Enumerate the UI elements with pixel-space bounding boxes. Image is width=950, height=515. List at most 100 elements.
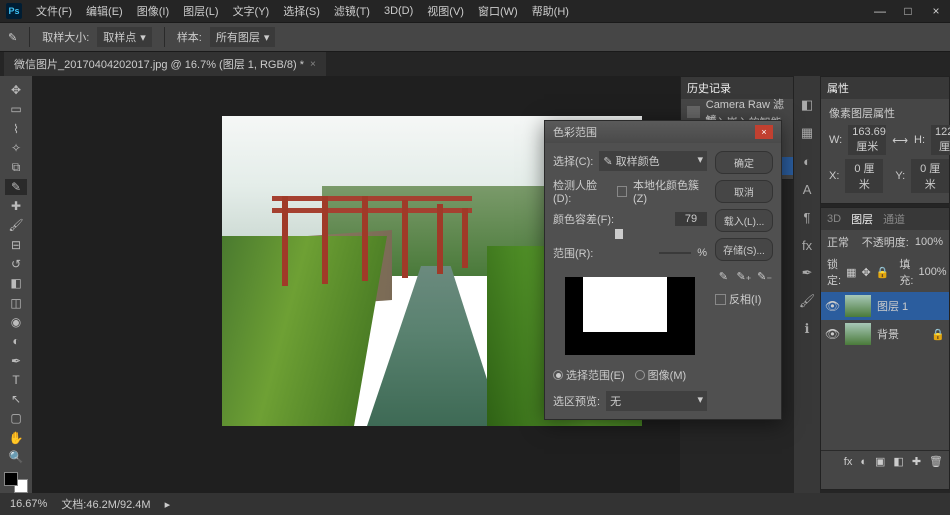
x-field[interactable]: 0 厘米 xyxy=(845,159,883,193)
mask-icon[interactable]: ◐ xyxy=(860,456,867,468)
swatches-panel-icon[interactable]: ▦ xyxy=(798,124,816,142)
channels-tab[interactable]: 通道 xyxy=(883,211,905,227)
hand-tool[interactable]: ✋ xyxy=(5,430,27,446)
menu-help[interactable]: 帮助(H) xyxy=(526,1,575,21)
fuzziness-value[interactable]: 79 xyxy=(675,212,707,226)
width-field[interactable]: 163.69 厘米 xyxy=(848,125,886,155)
info-panel-icon[interactable]: ℹ xyxy=(798,320,816,338)
pen-tool[interactable]: ✒ xyxy=(5,352,27,368)
selection-radio[interactable]: 选择范围(E) xyxy=(553,367,625,383)
dodge-tool[interactable]: ◐ xyxy=(5,333,27,349)
move-tool[interactable]: ✥ xyxy=(5,82,27,98)
lock-icon: 🔒 xyxy=(931,328,945,341)
menu-3d[interactable]: 3D(D) xyxy=(378,3,419,19)
stamp-tool[interactable]: ⊟ xyxy=(5,237,27,253)
blend-mode-dropdown[interactable]: 正常 xyxy=(827,234,849,250)
height-field[interactable]: 122.77 厘米 xyxy=(931,125,950,155)
menu-file[interactable]: 文件(F) xyxy=(30,1,78,21)
dialog-titlebar[interactable]: 色彩范围 × xyxy=(545,121,781,143)
selection-preview-dropdown[interactable]: 无▾ xyxy=(606,391,707,411)
fill-value[interactable]: 100% xyxy=(918,266,946,278)
menu-window[interactable]: 窗口(W) xyxy=(472,1,524,21)
menu-layer[interactable]: 图层(L) xyxy=(177,1,224,21)
zoom-level[interactable]: 16.67% xyxy=(10,498,47,510)
healing-tool[interactable]: ✚ xyxy=(5,198,27,214)
visibility-icon[interactable]: 👁 xyxy=(825,299,839,313)
layer-name[interactable]: 背景 xyxy=(877,326,899,342)
layers-tab[interactable]: 图层 xyxy=(851,211,873,227)
history-tab[interactable]: 历史记录 xyxy=(687,80,731,96)
load-button[interactable]: 载入(L)... xyxy=(715,209,773,232)
zoom-tool[interactable]: 🔍 xyxy=(5,449,27,465)
eyedropper-icon[interactable]: ✎ xyxy=(715,267,732,285)
close-tab-icon[interactable]: × xyxy=(310,59,316,70)
menu-select[interactable]: 选择(S) xyxy=(277,1,326,21)
magic-wand-tool[interactable]: ✧ xyxy=(5,140,27,156)
brush-panel-icon[interactable]: 🖌 xyxy=(798,292,816,310)
blur-tool[interactable]: ◉ xyxy=(5,314,27,330)
sample-size-dropdown[interactable]: 取样点▾ xyxy=(97,27,152,47)
dialog-close-button[interactable]: × xyxy=(755,125,773,139)
history-brush-tool[interactable]: ↺ xyxy=(5,256,27,272)
lock-position-icon[interactable]: ✥ xyxy=(861,266,870,279)
brush-tool[interactable]: 🖌 xyxy=(5,217,27,233)
color-swatches[interactable] xyxy=(4,472,28,493)
lock-all-icon[interactable]: 🔒 xyxy=(876,266,890,279)
menu-view[interactable]: 视图(V) xyxy=(421,1,470,21)
eyedropper-tool[interactable]: ✎ xyxy=(5,179,27,195)
marquee-tool[interactable]: ▭ xyxy=(5,101,27,117)
select-dropdown[interactable]: ✎ 取样颜色▾ xyxy=(599,151,707,171)
new-layer-icon[interactable]: ✚ xyxy=(912,455,921,468)
color-panel-icon[interactable]: ◧ xyxy=(798,96,816,114)
eraser-tool[interactable]: ◧ xyxy=(5,275,27,291)
menu-image[interactable]: 图像(I) xyxy=(131,1,175,21)
ok-button[interactable]: 确定 xyxy=(715,151,773,174)
properties-tab[interactable]: 属性 xyxy=(827,80,849,96)
link-icon[interactable]: ⟷ xyxy=(892,134,908,147)
character-panel-icon[interactable]: A xyxy=(798,180,816,198)
layer-thumbnail[interactable] xyxy=(845,295,871,317)
layer-thumbnail[interactable] xyxy=(845,323,871,345)
cancel-button[interactable]: 取消 xyxy=(715,180,773,203)
visibility-icon[interactable]: 👁 xyxy=(825,327,839,341)
selection-preview[interactable] xyxy=(565,277,695,355)
layer-row[interactable]: 👁 图层 1 xyxy=(821,292,949,320)
y-field[interactable]: 0 厘米 xyxy=(911,159,949,193)
fg-color-swatch[interactable] xyxy=(4,472,18,486)
paths-panel-icon[interactable]: ✒ xyxy=(798,264,816,282)
menu-filter[interactable]: 滤镜(T) xyxy=(328,1,376,21)
minimize-button[interactable]: — xyxy=(866,0,894,22)
layer-row[interactable]: 👁 背景 🔒 xyxy=(821,320,949,348)
path-tool[interactable]: ↖ xyxy=(5,391,27,407)
document-size[interactable]: 文档:46.2M/92.4M xyxy=(61,496,150,512)
styles-panel-icon[interactable]: fx xyxy=(798,236,816,254)
sample-dropdown[interactable]: 所有图层▾ xyxy=(210,27,276,47)
document-tab[interactable]: 微信图片_201704042020​17.jpg @ 16.7% (图层 1, … xyxy=(4,52,326,76)
opacity-value[interactable]: 100% xyxy=(915,236,943,248)
menu-edit[interactable]: 编辑(E) xyxy=(80,1,129,21)
eyedropper-subtract-icon[interactable]: ✎₋ xyxy=(756,267,773,285)
adjustment-icon[interactable]: ▣ xyxy=(875,455,885,468)
layer-name[interactable]: 图层 1 xyxy=(877,298,908,314)
adjustments-panel-icon[interactable]: ◐ xyxy=(798,152,816,170)
invert-checkbox[interactable]: 反相(I) xyxy=(715,291,773,307)
type-tool[interactable]: T xyxy=(5,372,27,388)
paragraph-panel-icon[interactable]: ¶ xyxy=(798,208,816,226)
trash-icon[interactable]: 🗑 xyxy=(929,455,943,468)
localized-checkbox[interactable] xyxy=(617,186,627,197)
image-radio[interactable]: 图像(M) xyxy=(635,367,687,383)
3d-tab[interactable]: 3D xyxy=(827,213,841,225)
shape-tool[interactable]: ▢ xyxy=(5,410,27,426)
maximize-button[interactable]: □ xyxy=(894,0,922,22)
eyedropper-add-icon[interactable]: ✎₊ xyxy=(736,267,753,285)
crop-tool[interactable]: ⧉ xyxy=(5,159,27,175)
close-button[interactable]: × xyxy=(922,0,950,22)
menu-type[interactable]: 文字(Y) xyxy=(227,1,276,21)
lock-pixels-icon[interactable]: ▦ xyxy=(846,266,856,279)
gradient-tool[interactable]: ◫ xyxy=(5,294,27,310)
save-button[interactable]: 存储(S)... xyxy=(715,238,773,261)
options-bar: ✎ 取样大小: 取样点▾ 样本: 所有图层▾ xyxy=(0,22,950,52)
lasso-tool[interactable]: ⌇ xyxy=(5,121,27,137)
group-icon[interactable]: ◧ xyxy=(893,455,903,468)
fx-icon[interactable]: fx xyxy=(844,456,853,468)
